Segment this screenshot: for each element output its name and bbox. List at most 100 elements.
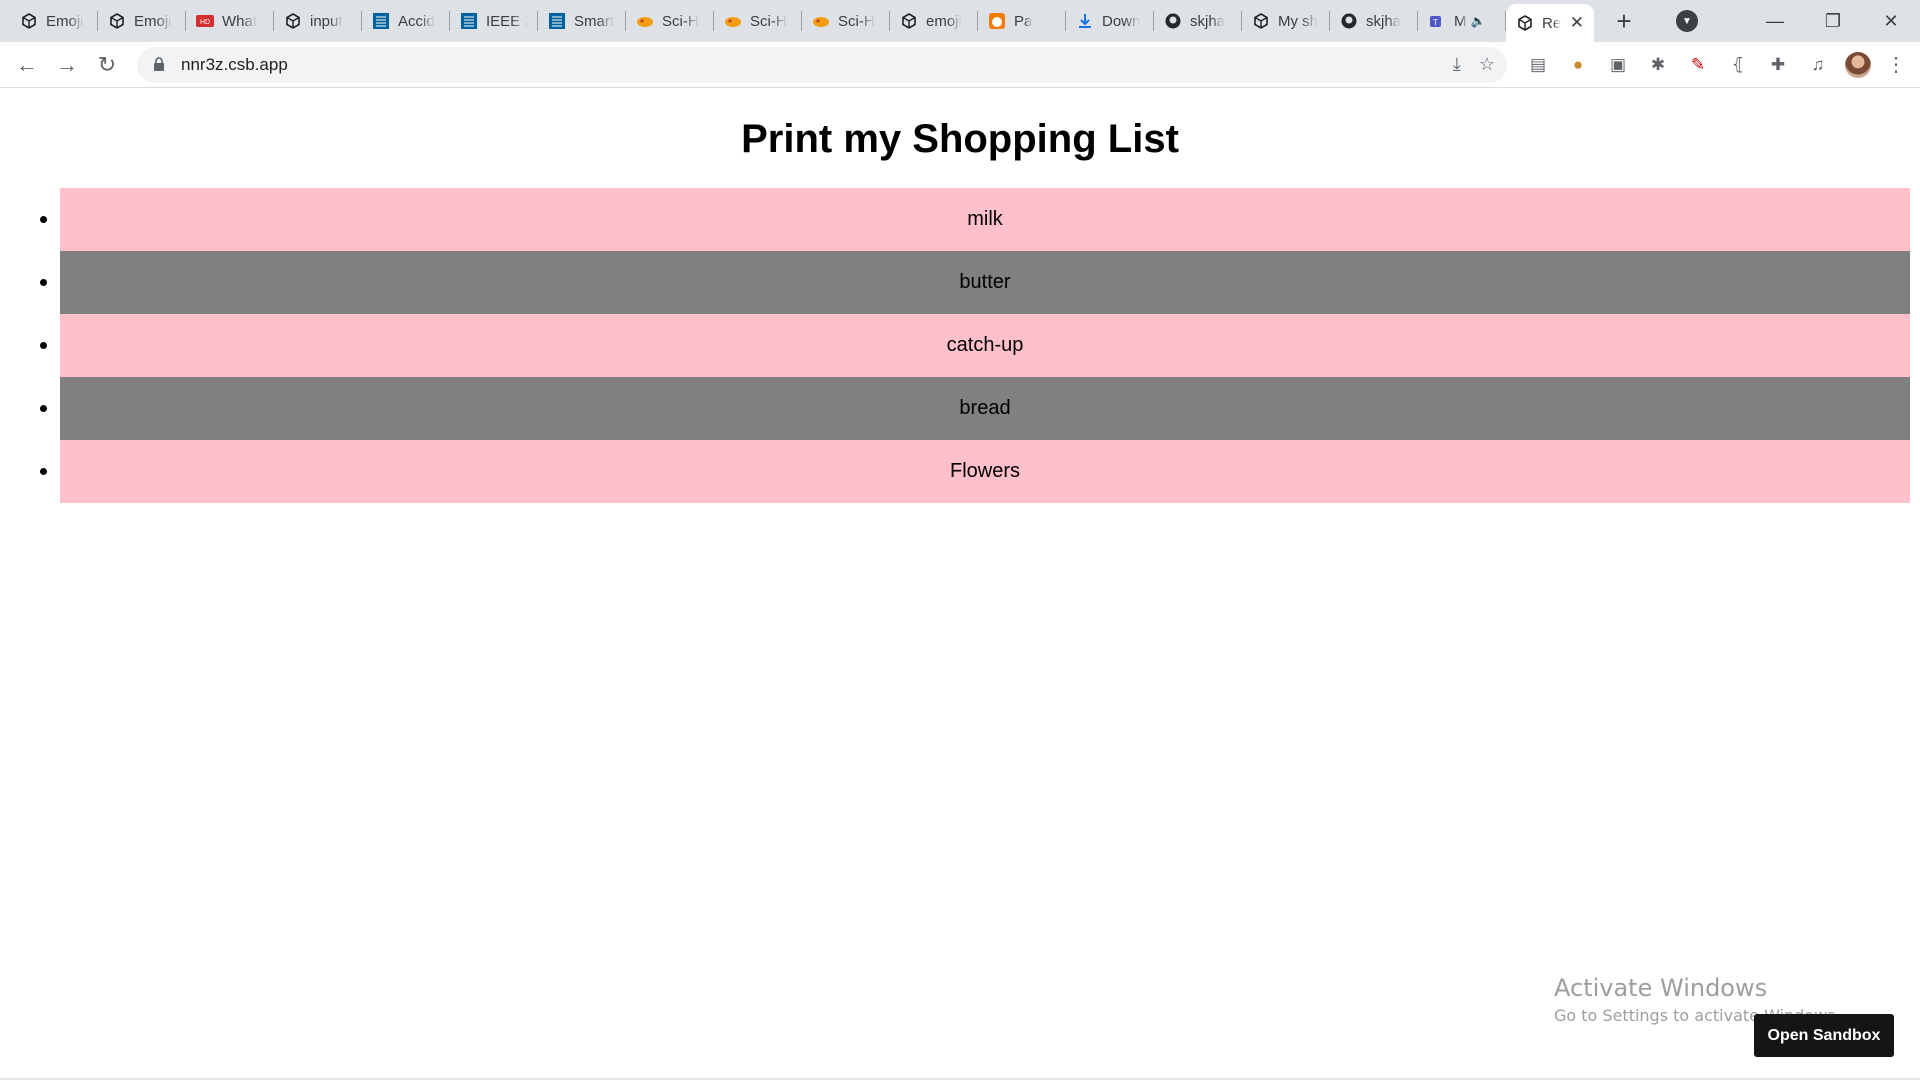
list-item: milk [40,188,1910,251]
tab-search-icon[interactable]: ▼ [1676,10,1698,32]
new-tab-icon[interactable]: + [1604,0,1644,42]
scihub-icon [812,12,830,30]
ieee-icon [372,12,390,30]
tab-title: Accid [398,12,435,30]
browser-tab[interactable]: Pa [978,0,1066,42]
browser-tab[interactable]: My sh [1242,0,1330,42]
browser-tab[interactable]: T M 🔈 [1418,0,1506,42]
back-icon[interactable]: ← [7,45,47,85]
bullet-icon [40,216,47,223]
teams-icon: T [1428,12,1446,30]
lock-icon [153,57,167,73]
browser-tab[interactable]: Emoji [10,0,98,42]
browser-tab[interactable]: Smart [538,0,626,42]
tab-title: Emoji [134,12,172,30]
browser-tab[interactable]: emoji [890,0,978,42]
browser-tab[interactable]: Down [1066,0,1154,42]
list-item: butter [40,251,1910,314]
window-controls: ▼ — ❐ ✕ [1676,0,1920,42]
bookmark-star-icon[interactable]: ☆ [1479,54,1495,75]
browser-tab[interactable]: input [274,0,362,42]
tab-title: Down [1102,12,1141,30]
restore-icon[interactable]: ❐ [1804,0,1862,42]
page-title: Print my Shopping List [741,117,1179,161]
codesandbox-icon [1252,12,1270,30]
download-icon [1076,12,1094,30]
ieee-icon [548,12,566,30]
tab-title: My sh [1278,12,1319,30]
scihub-icon [636,12,654,30]
tab-title: Sci-H [750,12,787,30]
tab-title: Smart [574,12,615,30]
shopping-list: milk butter catch-up bread Flowers [40,188,1910,503]
forward-icon[interactable]: → [47,45,87,85]
url-text[interactable]: nnr3z.csb.app [181,55,288,75]
active-browser-tab[interactable]: Re ✕ [1506,4,1594,42]
copy-extension-icon[interactable]: ▤ [1525,52,1551,78]
browser-tab[interactable]: Sci-H [802,0,890,42]
media-control-icon[interactable]: ♫ [1805,52,1831,78]
tab-title: Sci-H [838,12,875,30]
list-item-label: butter [959,271,1011,293]
codesandbox-icon [900,12,918,30]
github-icon [1340,12,1358,30]
github-icon [1164,12,1182,30]
tab-title: Re [1542,14,1562,32]
browser-tab[interactable]: Sci-H [626,0,714,42]
bullet-icon [40,468,47,475]
list-item-label: milk [967,208,1003,230]
reload-icon[interactable]: ↻ [87,45,127,85]
watermark-title: Activate Windows [1554,974,1768,1002]
codesandbox-icon [20,12,38,30]
tab-title: IEEE X [486,12,528,30]
tab-title: skjha [1366,12,1402,30]
browser-tab[interactable]: HD What [186,0,274,42]
tab-title: What [222,12,258,30]
list-item: catch-up [40,314,1910,377]
list-item-label: bread [959,397,1011,419]
tab-strip: Emoji Emoji HD What input Accid IEEE X Smart Sci… [0,0,1920,42]
grey-extension-icon[interactable]: ▣ [1605,52,1631,78]
tab-title: skjha [1190,12,1226,30]
close-tab-icon[interactable]: ✕ [1570,13,1584,33]
minimize-icon[interactable]: — [1746,0,1804,42]
open-sandbox-button[interactable]: Open Sandbox [1754,1014,1894,1057]
browser-tab[interactable]: Emoji [98,0,186,42]
tab-list: Emoji Emoji HD What input Accid IEEE X Smart Sci… [0,0,1644,42]
codesandbox-icon [108,12,126,30]
profile-avatar[interactable] [1845,51,1871,78]
browser-tab[interactable]: skjha [1154,0,1242,42]
codesandbox-icon [284,12,302,30]
tab-title: M [1454,12,1467,30]
install-app-icon[interactable]: ⤓ [1453,54,1461,75]
list-item-label: catch-up [946,334,1024,356]
puzzle-extensions-icon[interactable]: ✚ [1765,52,1791,78]
svg-text:T: T [1433,18,1438,27]
tab-audio-icon[interactable]: 🔈 [1471,14,1486,28]
tab-title: Pa [1014,12,1033,30]
browser-tab[interactable]: Accid [362,0,450,42]
svg-text:HD: HD [200,19,210,26]
address-bar[interactable]: nnr3z.csb.app ⤓ ☆ [137,46,1507,83]
bullet-icon [40,342,47,349]
pen-extension-icon[interactable]: ✎ [1685,52,1711,78]
browser-tab[interactable]: Sci-H [714,0,802,42]
page-content: Print my Shopping List milk butter catch-u… [0,89,1920,1080]
codesandbox-icon [1516,14,1534,32]
menu-kebab-icon[interactable]: ⋮ [1885,52,1907,77]
bug-extension-icon[interactable]: ✱ [1645,52,1671,78]
browser-tab[interactable]: skjha [1330,0,1418,42]
panda-icon [988,12,1006,30]
tab-title: input [310,12,343,30]
red-logo-icon: HD [196,12,214,30]
list-item-label: Flowers [949,460,1020,482]
ieee-icon [460,12,478,30]
close-window-icon[interactable]: ✕ [1862,0,1920,42]
bracket-extension-icon[interactable]: ⦃ [1725,52,1751,78]
cookie-extension-icon[interactable]: ● [1565,52,1591,78]
browser-toolbar: ← → ↻ nnr3z.csb.app ⤓ ☆ ▤ ● ▣ ✱ ✎ ⦃ ✚ ♫ … [0,42,1920,88]
scihub-icon [724,12,742,30]
bullet-icon [40,279,47,286]
tab-title: Sci-H [662,12,699,30]
browser-tab[interactable]: IEEE X [450,0,538,42]
